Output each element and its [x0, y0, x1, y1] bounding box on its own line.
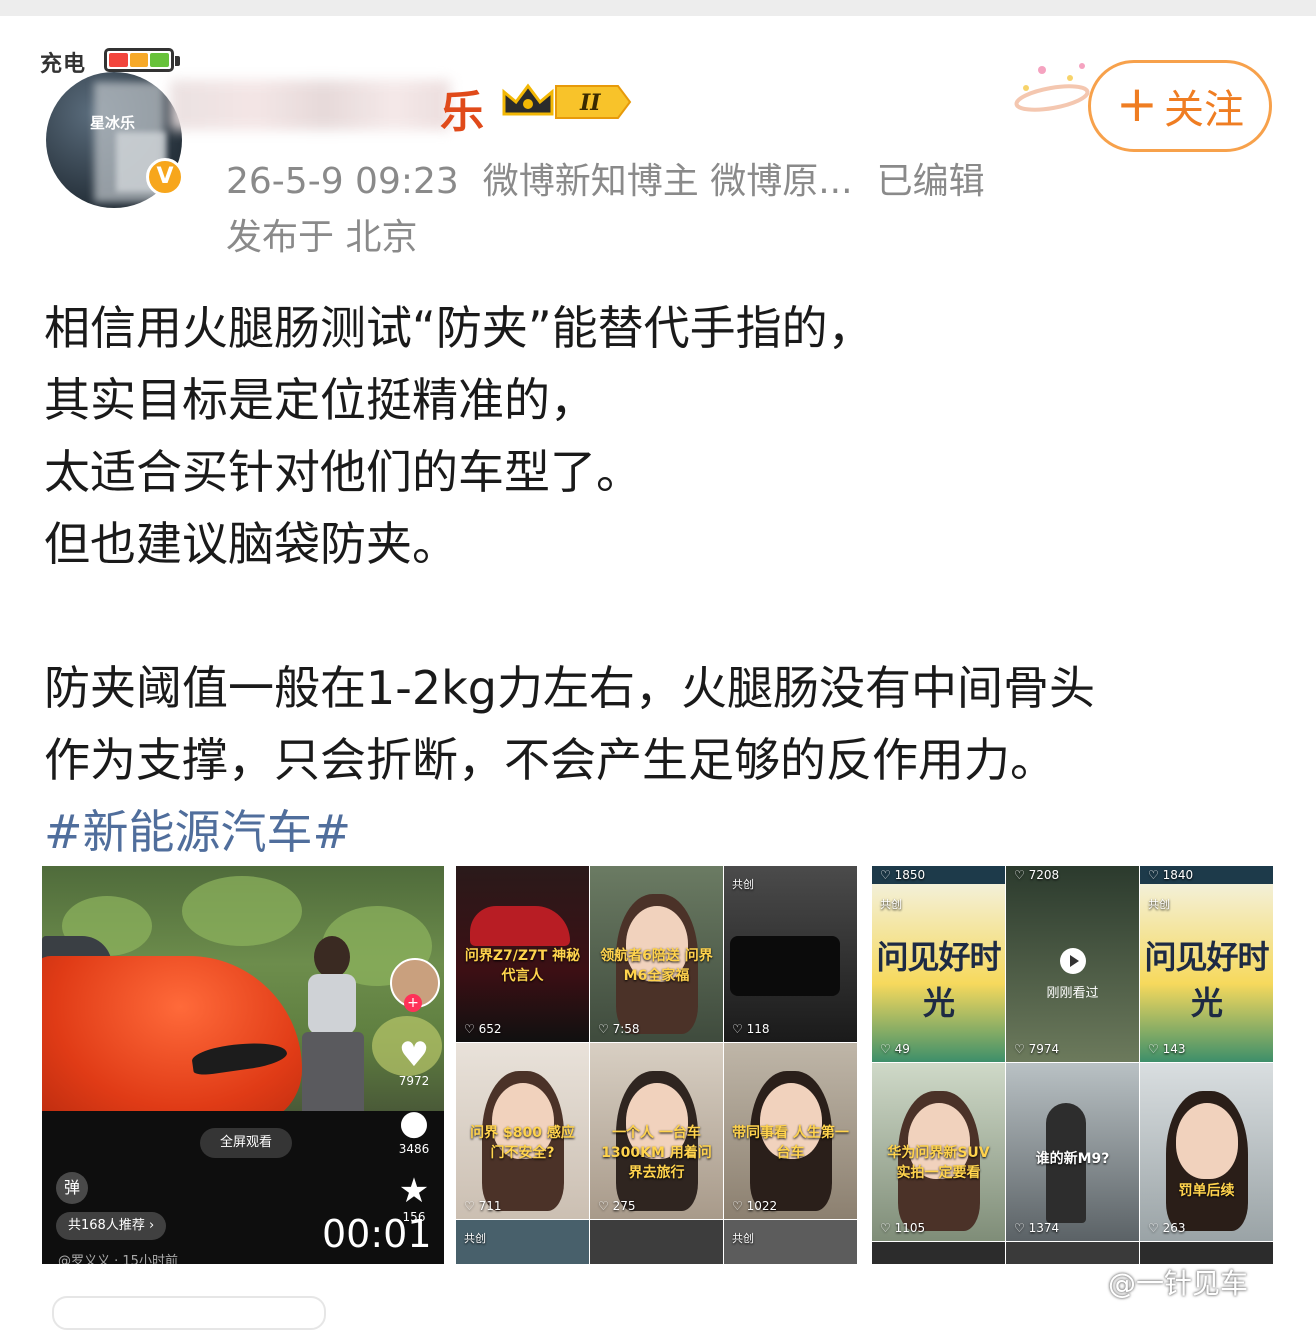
cell-tag: 共创 — [1148, 898, 1170, 911]
grid-cell[interactable]: 罚单后续 ♡ 263 — [1140, 1063, 1273, 1241]
comment-stat[interactable]: ● 3486 — [386, 1104, 442, 1156]
video-author: @罗义义 · 15小时前 — [58, 1254, 178, 1264]
cell-likes: ♡ 711 — [464, 1199, 502, 1213]
cell-caption: 领航者6陪送 问界M6全家福 — [600, 948, 713, 984]
grid-cell[interactable]: ♡ 7208 刚刚看过 ♡ 7974 — [1006, 866, 1139, 1062]
grid-cell[interactable]: 谁的新M9? ♡ 1374 — [1006, 1063, 1139, 1241]
post-location: 发布于 北京 — [226, 217, 418, 258]
video-timer: 00:01 — [322, 1212, 432, 1256]
woman-figure — [294, 936, 374, 1150]
battery-icon[interactable] — [104, 48, 180, 72]
status-strip — [0, 0, 1316, 16]
crown-member-icon[interactable]: II — [500, 80, 634, 124]
media-image-3[interactable]: ♡ 1850 共创 问见好时光 ♡ 49 ♡ 7208 刚刚看过 ♡ 7974 … — [872, 866, 1274, 1264]
comment-icon: ● — [399, 1103, 429, 1143]
cell-tag: 共创 — [880, 898, 902, 911]
grid-cell[interactable]: 共创 — [724, 1220, 857, 1264]
cell-banner: 问见好时光 — [876, 938, 1001, 1022]
cell-top-count: ♡ 7208 — [1014, 868, 1060, 882]
cell-caption: 华为问界新SUV 实拍一定要看 — [887, 1145, 990, 1181]
grid-cell[interactable]: 问界Z7/Z7T 神秘代言人 ♡ 652 — [456, 866, 589, 1042]
verified-badge-icon: V — [146, 158, 184, 196]
cell-caption: 带同事看 人生第一台车 — [732, 1125, 849, 1161]
grid-cell[interactable] — [1006, 1242, 1139, 1264]
follow-button[interactable]: + 关注 — [1088, 60, 1272, 152]
cell-banner: 问见好时光 — [1144, 938, 1269, 1022]
follow-label: 关注 — [1163, 87, 1244, 133]
grid-cell[interactable]: ♡ 1840 共创 问见好时光 ♡ 143 — [1140, 866, 1273, 1062]
charge-label[interactable]: 充电 — [40, 46, 86, 78]
member-level-text: II — [579, 90, 601, 116]
post-timestamp: 26-5-9 09:23 — [226, 161, 459, 202]
video-grid: 问界Z7/Z7T 神秘代言人 ♡ 652 领航者6陪送 问界M6全家福 ♡ 7:… — [456, 866, 858, 1264]
grid-cell[interactable]: 领航者6陪送 问界M6全家福 ♡ 7:58 — [590, 866, 723, 1042]
post-meta: 26-5-9 09:23 微博新知博主 微博原... 已编辑 — [226, 152, 1009, 204]
like-count: 7972 — [398, 1074, 430, 1088]
post-line: 但也建议脑袋防夹。 — [44, 517, 458, 571]
cell-caption: 问界 $800 感应门不安全? — [470, 1125, 575, 1161]
cell-caption: 罚单后续 — [1178, 1183, 1235, 1199]
recommend-pill[interactable]: 共168人推荐 › — [56, 1212, 167, 1240]
grid-cell[interactable]: ♡ 1850 共创 问见好时光 ♡ 49 — [872, 866, 1005, 1062]
cell-likes: ♡ 49 — [880, 1042, 910, 1056]
comment-count: 3486 — [398, 1142, 430, 1156]
watermark-text: @一针见车 — [1108, 1267, 1249, 1300]
username-blurred[interactable] — [170, 80, 450, 130]
post-line: 其实目标是定位挺精准的， — [44, 373, 596, 427]
post-line: 防夹阈值一般在1-2kg力左右，火腿肠没有中间骨头 — [44, 661, 1095, 715]
cell-tag: 共创 — [732, 878, 754, 891]
cell-top-count: ♡ 1840 — [1148, 868, 1194, 882]
cell-tag: 共创 — [732, 1232, 754, 1245]
hashtag-link[interactable]: #新能源汽车# — [44, 796, 1284, 868]
media-image-2[interactable]: 问界Z7/Z7T 神秘代言人 ♡ 652 领航者6陪送 问界M6全家福 ♡ 7:… — [456, 866, 858, 1264]
cell-caption: 一个人 一台车 1300KM 用着问界去旅行 — [601, 1125, 712, 1181]
like-stat[interactable]: ♥ 7972 — [386, 1036, 442, 1088]
cell-likes: ♡ 1022 — [732, 1199, 778, 1213]
grid-cell[interactable] — [590, 1220, 723, 1264]
cell-caption: 谁的新M9? — [1035, 1151, 1110, 1167]
cell-likes: ♡ 1374 — [1014, 1221, 1060, 1235]
post-line: 相信用火腿肠测试“防夹”能替代手指的， — [44, 301, 874, 355]
grid-cell[interactable]: 问界 $800 感应门不安全? ♡ 711 — [456, 1043, 589, 1219]
cell-likes: ♡ 1105 — [880, 1221, 926, 1235]
post-body: 相信用火腿肠测试“防夹”能替代手指的， 其实目标是定位挺精准的， 太适合买针对他… — [44, 292, 1284, 868]
username-visible[interactable]: 乐 — [440, 76, 484, 140]
post-line: 太适合买针对他们的车型了。 — [44, 445, 642, 499]
fullscreen-button[interactable]: 全屏观看 — [200, 1128, 292, 1158]
plus-icon: + — [1116, 75, 1158, 133]
cell-likes: ♡ 118 — [732, 1022, 770, 1036]
heart-icon: ♥ — [398, 1035, 430, 1075]
cell-likes: ♡ 652 — [464, 1022, 502, 1036]
cell-likes: ♡ 263 — [1148, 1221, 1186, 1235]
follow-plus-icon[interactable]: + — [404, 994, 422, 1012]
media-image-1[interactable]: + ♥ 7972 ● 3486 ★ 156 全屏观看 弹 共168人推荐 › 0… — [42, 866, 444, 1264]
author-identity[interactable]: 微博新知博主 微博原... — [483, 161, 853, 202]
video-grid: ♡ 1850 共创 问见好时光 ♡ 49 ♡ 7208 刚刚看过 ♡ 7974 … — [872, 866, 1274, 1264]
post-line: 作为支撑，只会折断，不会产生足够的反作用力。 — [44, 733, 1056, 787]
grid-cell[interactable]: 一个人 一台车 1300KM 用着问界去旅行 ♡ 275 — [590, 1043, 723, 1219]
recently-viewed-label: 刚刚看过 — [1046, 986, 1099, 1001]
cell-likes: ♡ 7:58 — [598, 1022, 640, 1036]
grid-cell[interactable]: 共创 — [456, 1220, 589, 1264]
cell-top-count: ♡ 1850 — [880, 868, 926, 882]
bottom-partial-element — [52, 1296, 326, 1330]
cell-caption: 问界Z7/Z7T 神秘代言人 — [464, 948, 581, 984]
cell-likes: ♡ 7974 — [1014, 1042, 1060, 1056]
grid-cell[interactable]: 华为问界新SUV 实拍一定要看 ♡ 1105 — [872, 1063, 1005, 1241]
edited-label[interactable]: 已编辑 — [877, 161, 985, 202]
avatar-label: 星冰乐 — [90, 114, 136, 132]
grid-cell[interactable] — [872, 1242, 1005, 1264]
cell-tag: 共创 — [464, 1232, 486, 1245]
danmu-toggle[interactable]: 弹 — [56, 1172, 88, 1204]
grid-cell[interactable]: 带同事看 人生第一台车 ♡ 1022 — [724, 1043, 857, 1219]
star-icon: ★ — [398, 1171, 430, 1211]
cell-likes: ♡ 143 — [1148, 1042, 1186, 1056]
grid-cell[interactable]: 共创 ♡ 118 — [724, 866, 857, 1042]
grid-cell[interactable] — [1140, 1242, 1273, 1264]
play-icon[interactable] — [1060, 948, 1086, 974]
cell-likes: ♡ 275 — [598, 1199, 636, 1213]
